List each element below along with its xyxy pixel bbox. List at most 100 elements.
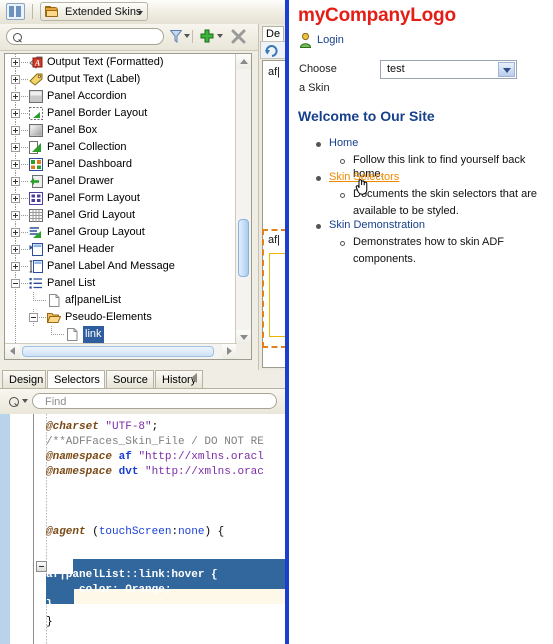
tree-item[interactable]: Output Text (Label) (5, 71, 237, 88)
tree-item[interactable]: Panel Accordion (5, 88, 237, 105)
tree-expander[interactable] (11, 194, 20, 203)
tree-guide (21, 232, 28, 233)
tree-item[interactable]: af|panelList (5, 292, 237, 309)
scroll-left-button[interactable] (5, 344, 20, 359)
tree-item[interactable]: Pseudo-Elements (5, 309, 237, 326)
split-view-icon[interactable] (6, 3, 25, 20)
find-input[interactable]: Find (32, 393, 277, 409)
tree-item[interactable]: Panel Form Layout (5, 190, 237, 207)
tree-expander[interactable] (11, 126, 20, 135)
tree-guide (21, 130, 28, 131)
login-link[interactable]: Login (317, 33, 344, 48)
tab-label: Selectors (54, 374, 100, 386)
tree-vertical-scrollbar[interactable] (235, 54, 251, 345)
tree-item[interactable]: Panel Group Layout (5, 224, 237, 241)
list-bullet (316, 218, 324, 232)
design-toolbar (260, 41, 285, 59)
scroll-down-button[interactable] (236, 330, 251, 345)
tree-item-label: af|panelList (65, 294, 122, 306)
nav-link[interactable]: Home (329, 136, 358, 150)
filter-chevron-down-icon[interactable] (184, 34, 190, 38)
list-bullet (340, 235, 348, 249)
scroll-up-button[interactable] (236, 54, 251, 69)
tree-item[interactable]: Panel Border Layout (5, 105, 237, 122)
tree-item[interactable]: A Output Text (Formatted) (5, 54, 237, 71)
code-token: dvt (118, 466, 139, 478)
nav-link[interactable]: Skin Demonstration (329, 218, 425, 232)
ide-search-bar (0, 24, 285, 51)
refresh-icon[interactable] (265, 45, 279, 57)
browser-preview-pane: myCompanyLogo Login Choose a Skin test W… (289, 0, 553, 644)
css-code-editor[interactable]: @charset "UTF-8";/**ADFFaces_Skin_File /… (0, 414, 285, 644)
tree-item[interactable]: Panel Box (5, 122, 237, 139)
skin-selectors-tree[interactable]: A Output Text (Formatted) Output Text (Lab… (4, 53, 252, 360)
tree-expander[interactable] (11, 262, 20, 271)
tree-item[interactable]: Panel Label And Message (5, 258, 237, 275)
extended-skins-button[interactable]: Extended Skins (40, 2, 149, 21)
tree-items-viewport: A Output Text (Formatted) Output Text (Lab… (5, 54, 237, 345)
code-line: @namespace af "http://xmlns.oracl (46, 450, 264, 465)
tree-item[interactable]: Panel Drawer (5, 173, 237, 190)
chevron-left-icon (10, 347, 15, 355)
tree-expander[interactable] (11, 245, 20, 254)
output-text-label-icon (29, 73, 43, 86)
code-token: touchScreen (98, 526, 172, 538)
code-line: @agent (touchScreen:none) { (46, 525, 224, 540)
code-line: } (46, 615, 53, 630)
tree-expander[interactable] (11, 92, 20, 101)
code-token: ( (92, 526, 99, 538)
tree-expander[interactable] (11, 160, 20, 169)
design-panel-strip: De af| af| (258, 24, 285, 370)
tree-item[interactable]: link (5, 326, 237, 343)
tree-expander[interactable] (11, 211, 20, 220)
funnel-filter-icon[interactable] (170, 30, 182, 43)
tab-overflow-left-icon[interactable] (191, 373, 197, 383)
tree-expander[interactable] (11, 75, 20, 84)
screen-root: Extended Skins A Output Text (Formatted)… (0, 0, 553, 644)
chevron-right-icon (227, 347, 232, 355)
code-token: /**ADFFaces_Skin_File / DO NOT RE (46, 436, 264, 448)
folder-open-icon (46, 311, 62, 324)
search-icon[interactable] (9, 397, 19, 407)
tree-item-label: link (83, 326, 104, 343)
selector-page-icon (47, 294, 61, 307)
tab-selectors[interactable]: Selectors (47, 370, 105, 389)
tree-item[interactable]: Panel List (5, 275, 237, 292)
tree-expander[interactable] (29, 313, 38, 322)
tree-item-label: Panel Form Layout (47, 192, 140, 204)
add-chevron-down-icon[interactable] (217, 34, 223, 38)
nav-description: available to be styled. (353, 205, 459, 217)
tree-item[interactable]: Panel Dashboard (5, 156, 237, 173)
tree-horizontal-scrollbar[interactable] (5, 343, 237, 359)
editor-line-gutter (10, 414, 34, 644)
tree-item-label: Panel Drawer (47, 175, 114, 187)
tab-design[interactable]: De (262, 26, 285, 41)
tree-expander[interactable] (11, 58, 20, 67)
tree-item[interactable]: Panel Header (5, 241, 237, 258)
scrollbar-thumb[interactable] (238, 219, 249, 277)
tree-guide (15, 309, 16, 326)
h-scrollbar-thumb[interactable] (22, 346, 214, 357)
tree-expander[interactable] (11, 177, 20, 186)
tab-source[interactable]: Source (106, 370, 154, 389)
close-x-icon[interactable] (231, 29, 246, 44)
scroll-right-button[interactable] (222, 344, 237, 359)
skin-select[interactable]: test (380, 60, 517, 79)
tab-design[interactable]: Design (2, 370, 46, 389)
code-token: none (178, 526, 205, 538)
tree-expander[interactable] (11, 109, 20, 118)
tree-item[interactable]: Panel Collection (5, 139, 237, 156)
plus-add-icon[interactable] (200, 29, 214, 43)
search-input[interactable] (6, 28, 164, 45)
tree-guide (51, 334, 65, 335)
design-fragment-a: af| (268, 66, 281, 78)
tree-item-label: Panel List (47, 277, 96, 289)
chevron-down-icon[interactable] (498, 62, 515, 77)
search-chevron-down-icon[interactable] (22, 399, 28, 403)
design-canvas[interactable]: af| af| (262, 60, 285, 368)
tree-expander[interactable] (11, 279, 20, 288)
tree-item[interactable]: Panel Grid Layout (5, 207, 237, 224)
tree-expander[interactable] (11, 143, 20, 152)
tree-expander[interactable] (11, 228, 20, 237)
tree-guide (21, 283, 28, 284)
